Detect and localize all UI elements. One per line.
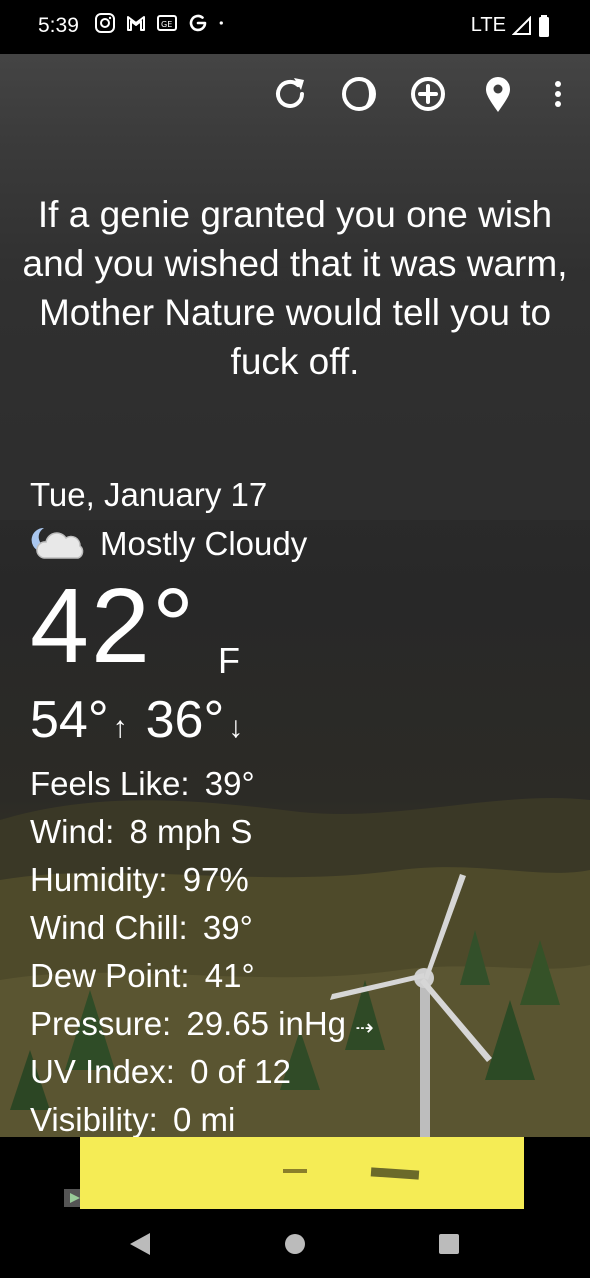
wind-label: Wind: <box>30 813 115 850</box>
uv-index-row: UV Index: 0 of 12 <box>30 1048 374 1096</box>
home-icon[interactable] <box>283 1232 307 1256</box>
feels-like-value: 39° <box>204 765 255 802</box>
dew-point-value: 41° <box>204 957 255 994</box>
more-options-button[interactable] <box>536 70 580 118</box>
visibility-label: Visibility: <box>30 1101 158 1137</box>
moon-cloud-icon <box>31 527 84 559</box>
back-icon[interactable] <box>128 1231 152 1257</box>
weather-app: 5:39 GE LTE If a genie granted you one w… <box>0 0 590 1137</box>
refresh-button[interactable] <box>268 70 312 118</box>
signal-icon <box>512 15 531 35</box>
ad-area <box>0 1137 590 1209</box>
news-icon: GE <box>157 15 177 31</box>
theme-icon <box>342 77 376 111</box>
weather-quote: If a genie granted you one wish and you … <box>22 194 568 382</box>
pressure-value: 29.65 inHg <box>186 1005 347 1042</box>
instagram-icon <box>95 13 115 33</box>
high-low-temperatures: 54° ↑ 36° ↓ <box>30 690 261 758</box>
navigation-bar <box>0 1209 590 1278</box>
network-type: LTE <box>470 14 506 36</box>
pressure-label: Pressure: <box>30 1005 172 1042</box>
theme-button[interactable] <box>337 70 381 118</box>
wind-value: 8 mph S <box>129 813 253 850</box>
dew-point-row: Dew Point: 41° <box>30 952 374 1000</box>
uv-index-value: 0 of 12 <box>190 1053 292 1090</box>
temperature-degree: ° <box>151 567 197 685</box>
location-pin-icon <box>486 77 510 112</box>
temperature-unit: F <box>218 640 240 681</box>
pressure-trend-icon: ⇢ <box>355 1015 374 1040</box>
feels-like-label: Feels Like: <box>30 765 190 802</box>
wind-chill-value: 39° <box>202 909 253 946</box>
low-arrow-icon: ↓ <box>228 711 244 744</box>
wind-chill-label: Wind Chill: <box>30 909 188 946</box>
location-pin-button[interactable] <box>476 70 520 118</box>
condition-text: Mostly Cloudy <box>100 525 308 562</box>
toolbar <box>0 70 590 122</box>
dew-point-label: Dew Point: <box>30 957 190 994</box>
humidity-row: Humidity: 97% <box>30 856 374 904</box>
more-options-icon <box>555 81 561 107</box>
refresh-icon <box>276 78 304 108</box>
recents-icon[interactable] <box>437 1232 461 1256</box>
add-location-button[interactable] <box>406 70 450 118</box>
low-temperature: 36° <box>145 691 225 749</box>
svg-text:GE: GE <box>161 20 172 29</box>
wind-chill-row: Wind Chill: 39° <box>30 904 374 952</box>
temperature-value: 42 <box>30 567 152 685</box>
visibility-row: Visibility: 0 mi <box>30 1096 374 1137</box>
visibility-value: 0 mi <box>172 1101 236 1137</box>
humidity-label: Humidity: <box>30 861 168 898</box>
add-location-icon <box>411 77 445 111</box>
high-temperature: 54° <box>30 691 109 749</box>
ad-banner-graphic <box>283 1167 420 1180</box>
weather-condition: Mostly Cloudy <box>30 524 307 564</box>
notification-icons: GE <box>94 12 230 34</box>
pressure-row: Pressure: 29.65 inHg ⇢ <box>30 1000 374 1048</box>
current-temperature: 42° <box>30 566 196 686</box>
weather-details: Feels Like: 39° Wind: 8 mph S Humidity: … <box>30 760 374 1137</box>
feels-like-row: Feels Like: 39° <box>30 760 374 808</box>
google-icon <box>189 14 207 32</box>
status-bar: 5:39 GE LTE <box>0 0 590 54</box>
ad-banner[interactable] <box>80 1137 524 1209</box>
uv-index-label: UV Index: <box>30 1053 175 1090</box>
battery-icon <box>539 14 549 37</box>
dot-icon <box>219 21 223 25</box>
wind-row: Wind: 8 mph S <box>30 808 374 856</box>
status-right: LTE <box>471 14 550 37</box>
status-time: 5:39 <box>38 14 79 37</box>
high-arrow-icon: ↑ <box>112 711 128 744</box>
forecast-date: Tue, January 17 <box>30 476 268 513</box>
gmail-icon <box>127 16 145 31</box>
humidity-value: 97% <box>182 861 249 898</box>
